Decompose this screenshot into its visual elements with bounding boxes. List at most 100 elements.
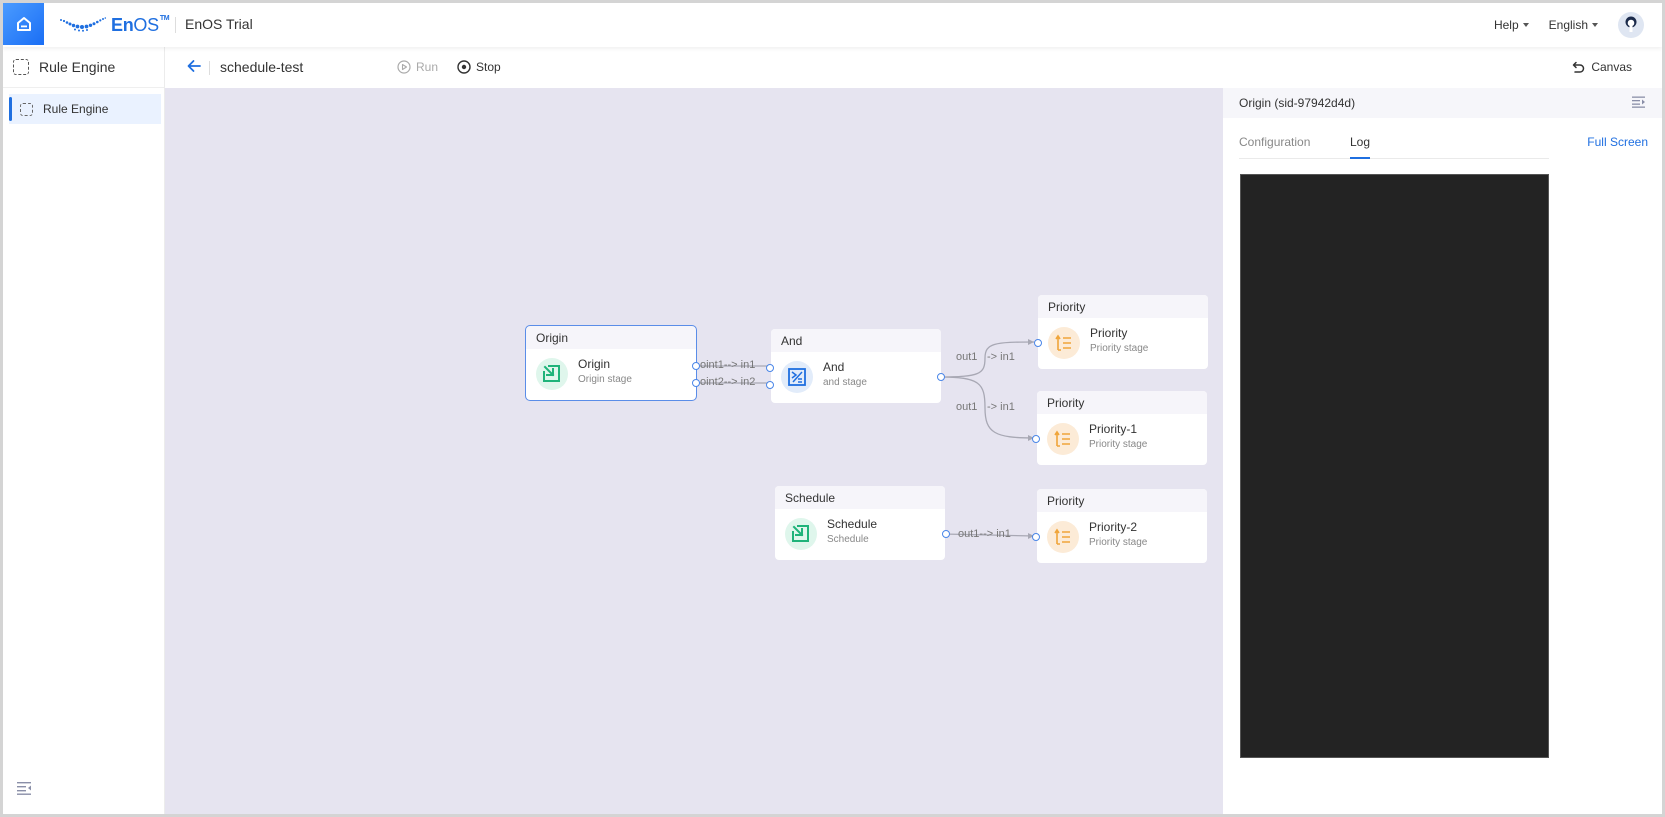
- input-arrow-icon: [536, 358, 568, 390]
- node-body: Origin Origin stage: [526, 349, 696, 400]
- menu-collapse-icon: [17, 782, 31, 795]
- node-body: Schedule Schedule: [775, 509, 945, 560]
- edge-label: out1--> in1: [958, 528, 1011, 540]
- node-subtitle: Priority stage: [1089, 537, 1148, 548]
- flow-title: schedule-test: [220, 59, 304, 75]
- edge-label: -> in1: [987, 351, 1015, 363]
- full-screen-link[interactable]: Full Screen: [1587, 135, 1648, 149]
- canvas-label: Canvas: [1591, 60, 1632, 74]
- run-button[interactable]: Run: [397, 60, 438, 74]
- flow-node-priority-2[interactable]: Priority Priority-2 Priority stage: [1037, 489, 1207, 563]
- back-button[interactable]: [187, 59, 201, 76]
- edge-label: oint1--> in1: [700, 359, 756, 371]
- collapse-sidebar-button[interactable]: [17, 781, 33, 798]
- home-icon: [16, 17, 31, 31]
- output-port[interactable]: [937, 373, 945, 381]
- stop-circle-icon: [457, 60, 471, 74]
- node-detail-panel: Origin (sid-97942d4d) Configuration Log …: [1223, 88, 1662, 814]
- tab-configuration[interactable]: Configuration: [1239, 135, 1310, 149]
- sidebar-item-label: Rule Engine: [43, 102, 109, 116]
- sidebar-header: Rule Engine: [3, 47, 164, 88]
- node-subtitle: Priority stage: [1090, 343, 1149, 354]
- tab-log[interactable]: Log: [1350, 135, 1371, 159]
- panel-title: Origin (sid-97942d4d): [1239, 96, 1356, 110]
- log-output[interactable]: [1240, 174, 1549, 758]
- divider: [175, 17, 176, 33]
- canvas-button[interactable]: Canvas: [1572, 60, 1632, 74]
- node-name: Origin: [578, 357, 611, 371]
- flow-node-origin[interactable]: Origin Origin Origin stage: [525, 325, 697, 401]
- flow-node-schedule[interactable]: Schedule Schedule Schedule: [775, 486, 945, 560]
- divider: [209, 61, 210, 75]
- menu-expand-icon: [1632, 96, 1645, 108]
- flow-node-priority-1[interactable]: Priority Priority-1 Priority stage: [1037, 391, 1207, 465]
- language-dropdown[interactable]: English: [1549, 18, 1598, 32]
- panel-tabs: Configuration Log: [1239, 126, 1549, 159]
- help-label: Help: [1493, 18, 1519, 32]
- flow-node-priority[interactable]: Priority Priority Priority stage: [1038, 295, 1208, 369]
- output-port[interactable]: [692, 379, 700, 387]
- node-header: Priority: [1038, 295, 1208, 318]
- rule-engine-icon: [20, 102, 33, 116]
- language-label: English: [1548, 18, 1588, 32]
- output-port[interactable]: [942, 530, 950, 538]
- caret-down-icon: [1592, 23, 1598, 27]
- enos-logo: EnOSTM: [59, 13, 170, 37]
- node-body: And and stage: [771, 352, 941, 403]
- help-dropdown[interactable]: Help: [1494, 18, 1529, 32]
- panel-collapse-button[interactable]: [1632, 96, 1646, 111]
- edge-label: -> in1: [987, 401, 1015, 413]
- flow-node-and[interactable]: And And and stage: [771, 329, 941, 403]
- input-port[interactable]: [1032, 533, 1040, 541]
- stop-button[interactable]: Stop: [457, 60, 501, 74]
- play-circle-icon: [397, 60, 411, 74]
- edge-label: out1: [956, 351, 978, 363]
- rule-engine-icon: [13, 59, 29, 75]
- sidebar: Rule Engine Rule Engine: [3, 47, 165, 814]
- top-right-menu: Help English: [1494, 3, 1644, 47]
- flow-toolbar: schedule-test Run Stop Canvas: [165, 47, 1662, 88]
- node-name: Schedule: [827, 517, 878, 531]
- priority-list-icon: [1047, 423, 1079, 455]
- priority-list-icon: [1047, 521, 1079, 553]
- user-avatar[interactable]: [1618, 12, 1644, 38]
- input-port[interactable]: [1034, 339, 1042, 347]
- node-header: Schedule: [775, 486, 945, 509]
- node-name: And: [823, 360, 845, 374]
- logo-dots-icon: [60, 17, 107, 32]
- input-port[interactable]: [1032, 435, 1040, 443]
- node-name: Priority: [1090, 326, 1128, 340]
- priority-list-icon: [1048, 327, 1080, 359]
- node-name: Priority-1: [1089, 422, 1138, 436]
- input-port[interactable]: [766, 364, 774, 372]
- node-header: And: [771, 329, 941, 352]
- sidebar-item-rule-engine[interactable]: Rule Engine: [9, 94, 161, 124]
- user-icon: [1625, 16, 1637, 32]
- node-subtitle: and stage: [823, 377, 867, 388]
- stop-label: Stop: [476, 60, 501, 74]
- node-header: Origin: [526, 326, 696, 349]
- caret-down-icon: [1522, 23, 1529, 27]
- app-window: EnOSTM EnOS Trial Help English Rule Engi…: [3, 3, 1662, 814]
- node-body: Priority-1 Priority stage: [1037, 414, 1207, 465]
- top-bar: EnOSTM EnOS Trial Help English: [3, 3, 1662, 47]
- input-port[interactable]: [766, 381, 774, 389]
- sidebar-header-label: Rule Engine: [39, 59, 116, 75]
- logo-text: EnOSTM: [111, 14, 170, 35]
- node-body: Priority-2 Priority stage: [1037, 512, 1207, 563]
- input-arrow-icon: [785, 518, 817, 550]
- node-header: Priority: [1037, 391, 1207, 414]
- arrow-left-icon: [187, 60, 201, 72]
- panel-header: Origin (sid-97942d4d): [1223, 88, 1662, 118]
- home-button[interactable]: [3, 3, 44, 45]
- and-logic-icon: [781, 361, 813, 393]
- edge-label: oint2--> in2: [700, 376, 756, 388]
- node-subtitle: Origin stage: [578, 374, 632, 385]
- output-port[interactable]: [692, 362, 700, 370]
- undo-icon: [1573, 61, 1585, 73]
- node-subtitle: Priority stage: [1089, 439, 1148, 450]
- app-name: EnOS Trial: [185, 16, 253, 32]
- flow-canvas[interactable]: Origin Origin Origin stage And And and s…: [165, 88, 1223, 814]
- edge-label: out1: [956, 401, 978, 413]
- node-subtitle: Schedule: [827, 534, 869, 545]
